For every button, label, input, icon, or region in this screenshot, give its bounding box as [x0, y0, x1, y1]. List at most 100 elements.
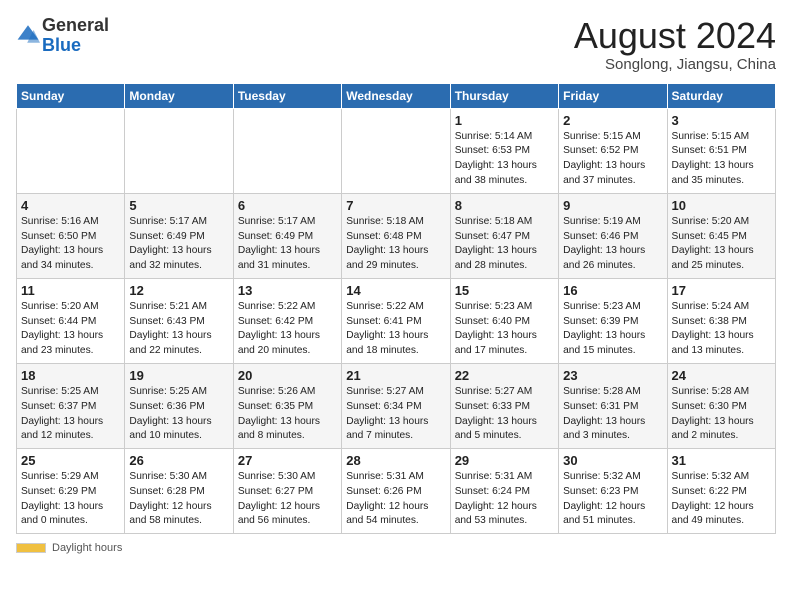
day-info: Sunrise: 5:22 AM Sunset: 6:41 PM Dayligh…: [346, 300, 445, 359]
calendar-cell: 23Sunrise: 5:28 AM Sunset: 6:31 PM Dayli…: [559, 363, 667, 448]
day-number: 2: [563, 113, 662, 128]
header: General Blue August 2024 Songlong, Jiang…: [16, 16, 776, 73]
logo-general-text: General: [42, 15, 109, 35]
day-number: 29: [455, 453, 554, 468]
calendar-cell: 29 Sunrise: 5:31 AM Sunset: 6:24 PM Dayli…: [450, 449, 558, 534]
calendar-cell: 28 Sunrise: 5:31 AM Sunset: 6:26 PM Dayli…: [342, 449, 450, 534]
logo: General Blue: [16, 16, 109, 56]
calendar-cell: 5 Sunrise: 5:17 AM Sunset: 6:49 PM Daylig…: [125, 193, 233, 278]
calendar-cell: [17, 108, 125, 193]
day-number: 15: [455, 283, 554, 298]
day-info: Sunrise: 5:16 AM Sunset: 6:50 PM Dayligh…: [21, 215, 120, 274]
day-number: 17: [672, 283, 771, 298]
weekday-header-sunday: Sunday: [17, 83, 125, 108]
day-info: Sunrise: 5:27 AM Sunset: 6:34 PM Dayligh…: [346, 385, 445, 444]
calendar-cell: 24Sunrise: 5:28 AM Sunset: 6:30 PM Dayli…: [667, 363, 775, 448]
title-area: August 2024 Songlong, Jiangsu, China: [574, 16, 776, 73]
calendar-cell: 19 Sunrise: 5:25 AM Sunset: 6:36 PM Dayli…: [125, 363, 233, 448]
calendar-cell: 18Sunrise: 5:25 AM Sunset: 6:37 PM Dayli…: [17, 363, 125, 448]
calendar-cell: 13 Sunrise: 5:22 AM Sunset: 6:42 PM Dayli…: [233, 278, 341, 363]
calendar-cell: 8Sunrise: 5:18 AM Sunset: 6:47 PM Daylig…: [450, 193, 558, 278]
day-info: Sunrise: 5:18 AM Sunset: 6:48 PM Dayligh…: [346, 215, 445, 274]
day-number: 7: [346, 198, 445, 213]
day-info: Sunrise: 5:21 AM Sunset: 6:43 PM Dayligh…: [129, 300, 228, 359]
day-number: 1: [455, 113, 554, 128]
calendar-cell: 30Sunrise: 5:32 AM Sunset: 6:23 PM Dayli…: [559, 449, 667, 534]
calendar-cell: 22Sunrise: 5:27 AM Sunset: 6:33 PM Dayli…: [450, 363, 558, 448]
daylight-bar-icon: [16, 543, 46, 553]
day-info: Sunrise: 5:24 AM Sunset: 6:38 PM Dayligh…: [672, 300, 771, 359]
day-number: 3: [672, 113, 771, 128]
day-number: 8: [455, 198, 554, 213]
logo-icon: [16, 22, 40, 46]
footer-note: Daylight hours: [16, 542, 776, 554]
day-info: Sunrise: 5:17 AM Sunset: 6:49 PM Dayligh…: [129, 215, 228, 274]
day-info: Sunrise: 5:23 AM Sunset: 6:40 PM Dayligh…: [455, 300, 554, 359]
calendar-cell: 14 Sunrise: 5:22 AM Sunset: 6:41 PM Dayli…: [342, 278, 450, 363]
weekday-header-tuesday: Tuesday: [233, 83, 341, 108]
day-info: Sunrise: 5:20 AM Sunset: 6:45 PM Dayligh…: [672, 215, 771, 274]
day-number: 18: [21, 368, 120, 383]
day-info: Sunrise: 5:20 AM Sunset: 6:44 PM Dayligh…: [21, 300, 120, 359]
day-number: 19: [129, 368, 228, 383]
calendar-week-row: 25 Sunrise: 5:29 AM Sunset: 6:29 PM Dayli…: [17, 449, 776, 534]
calendar-cell: 11 Sunrise: 5:20 AM Sunset: 6:44 PM Dayli…: [17, 278, 125, 363]
calendar-week-row: 11 Sunrise: 5:20 AM Sunset: 6:44 PM Dayli…: [17, 278, 776, 363]
day-number: 28: [346, 453, 445, 468]
calendar-cell: 16Sunrise: 5:23 AM Sunset: 6:39 PM Dayli…: [559, 278, 667, 363]
day-info: Sunrise: 5:31 AM Sunset: 6:26 PM Dayligh…: [346, 470, 445, 529]
weekday-header-friday: Friday: [559, 83, 667, 108]
day-number: 16: [563, 283, 662, 298]
calendar-cell: 31 Sunrise: 5:32 AM Sunset: 6:22 PM Dayli…: [667, 449, 775, 534]
day-info: Sunrise: 5:17 AM Sunset: 6:49 PM Dayligh…: [238, 215, 337, 274]
page-container: General Blue August 2024 Songlong, Jiang…: [16, 16, 776, 554]
day-number: 4: [21, 198, 120, 213]
day-number: 20: [238, 368, 337, 383]
calendar-cell: 1 Sunrise: 5:14 AM Sunset: 6:53 PM Daylig…: [450, 108, 558, 193]
day-number: 26: [129, 453, 228, 468]
day-info: Sunrise: 5:29 AM Sunset: 6:29 PM Dayligh…: [21, 470, 120, 529]
calendar-cell: [125, 108, 233, 193]
day-info: Sunrise: 5:19 AM Sunset: 6:46 PM Dayligh…: [563, 215, 662, 274]
day-info: Sunrise: 5:31 AM Sunset: 6:24 PM Dayligh…: [455, 470, 554, 529]
calendar-cell: 21 Sunrise: 5:27 AM Sunset: 6:34 PM Dayli…: [342, 363, 450, 448]
day-number: 25: [21, 453, 120, 468]
daylight-label: Daylight hours: [52, 542, 122, 554]
calendar-cell: [233, 108, 341, 193]
day-info: Sunrise: 5:25 AM Sunset: 6:36 PM Dayligh…: [129, 385, 228, 444]
day-info: Sunrise: 5:14 AM Sunset: 6:53 PM Dayligh…: [455, 130, 554, 189]
day-number: 12: [129, 283, 228, 298]
calendar-cell: 2Sunrise: 5:15 AM Sunset: 6:52 PM Daylig…: [559, 108, 667, 193]
weekday-header-monday: Monday: [125, 83, 233, 108]
day-number: 5: [129, 198, 228, 213]
day-info: Sunrise: 5:32 AM Sunset: 6:22 PM Dayligh…: [672, 470, 771, 529]
weekday-header-row: SundayMondayTuesdayWednesdayThursdayFrid…: [17, 83, 776, 108]
calendar-cell: 6Sunrise: 5:17 AM Sunset: 6:49 PM Daylig…: [233, 193, 341, 278]
weekday-header-saturday: Saturday: [667, 83, 775, 108]
calendar-cell: 20 Sunrise: 5:26 AM Sunset: 6:35 PM Dayli…: [233, 363, 341, 448]
day-info: Sunrise: 5:30 AM Sunset: 6:28 PM Dayligh…: [129, 470, 228, 529]
calendar-cell: 17 Sunrise: 5:24 AM Sunset: 6:38 PM Dayli…: [667, 278, 775, 363]
day-info: Sunrise: 5:27 AM Sunset: 6:33 PM Dayligh…: [455, 385, 554, 444]
day-number: 14: [346, 283, 445, 298]
calendar-week-row: 4 Sunrise: 5:16 AM Sunset: 6:50 PM Daylig…: [17, 193, 776, 278]
calendar-cell: 9Sunrise: 5:19 AM Sunset: 6:46 PM Daylig…: [559, 193, 667, 278]
calendar-cell: 27Sunrise: 5:30 AM Sunset: 6:27 PM Dayli…: [233, 449, 341, 534]
day-number: 23: [563, 368, 662, 383]
day-number: 31: [672, 453, 771, 468]
calendar-cell: 4 Sunrise: 5:16 AM Sunset: 6:50 PM Daylig…: [17, 193, 125, 278]
day-number: 21: [346, 368, 445, 383]
main-title: August 2024: [574, 16, 776, 56]
day-number: 10: [672, 198, 771, 213]
day-number: 11: [21, 283, 120, 298]
day-info: Sunrise: 5:26 AM Sunset: 6:35 PM Dayligh…: [238, 385, 337, 444]
calendar-table: SundayMondayTuesdayWednesdayThursdayFrid…: [16, 83, 776, 535]
day-number: 13: [238, 283, 337, 298]
calendar-cell: 26 Sunrise: 5:30 AM Sunset: 6:28 PM Dayli…: [125, 449, 233, 534]
subtitle: Songlong, Jiangsu, China: [574, 56, 776, 73]
weekday-header-thursday: Thursday: [450, 83, 558, 108]
calendar-cell: 10 Sunrise: 5:20 AM Sunset: 6:45 PM Dayli…: [667, 193, 775, 278]
day-info: Sunrise: 5:28 AM Sunset: 6:30 PM Dayligh…: [672, 385, 771, 444]
day-number: 30: [563, 453, 662, 468]
day-info: Sunrise: 5:22 AM Sunset: 6:42 PM Dayligh…: [238, 300, 337, 359]
